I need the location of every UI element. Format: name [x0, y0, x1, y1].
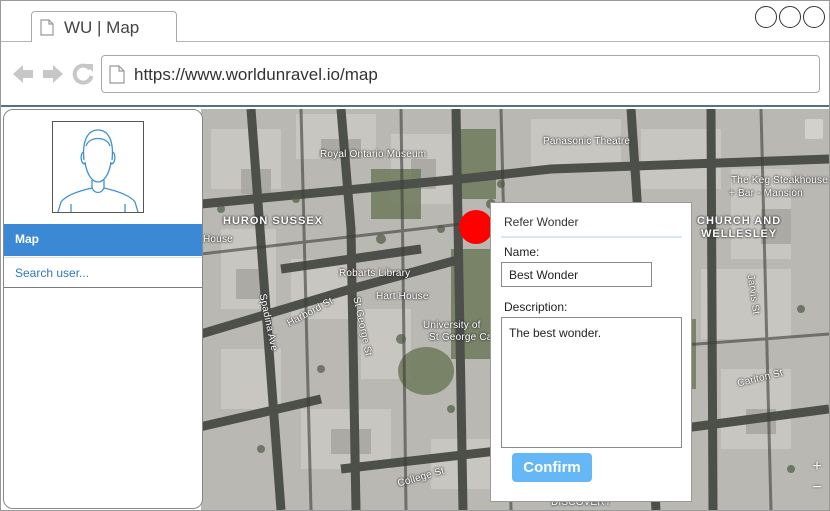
tab-bar: WU | Map	[1, 1, 829, 43]
map-marker[interactable]	[459, 210, 493, 244]
name-label: Name:	[504, 245, 540, 259]
sidebar-item-label: Map	[15, 232, 39, 246]
map-label-keg-steakhouse-mansion: + Bar - Mansion	[729, 188, 803, 199]
forward-arrow-icon[interactable]	[41, 60, 65, 88]
sidebar-item-search-user[interactable]: Search user...	[4, 257, 202, 288]
sidebar: Map Search user...	[3, 109, 203, 509]
popup-divider	[501, 236, 682, 238]
popup-title: Refer Wonder	[504, 215, 579, 229]
name-input[interactable]	[501, 262, 652, 287]
avatar	[52, 121, 144, 213]
reload-icon[interactable]	[71, 60, 95, 88]
description-input[interactable]: The best wonder.	[501, 317, 682, 448]
map-label-keg-steakhouse: The Keg Steakhouse	[731, 175, 828, 186]
back-arrow-icon[interactable]	[11, 60, 35, 88]
browser-tab[interactable]: WU | Map	[31, 11, 177, 43]
zoom-out-button[interactable]: −	[807, 478, 827, 498]
sidebar-item-label: Search user...	[15, 266, 90, 280]
zoom-in-button[interactable]: +	[807, 457, 827, 477]
maximize-button[interactable]	[779, 6, 801, 28]
map-label-university-of: University of	[423, 320, 481, 331]
address-bar[interactable]: https://www.worldunravel.io/map	[101, 55, 820, 93]
description-label: Description:	[504, 300, 568, 314]
refer-wonder-popup: Refer Wonder Name: Description: The best…	[490, 202, 692, 502]
map-label-st-george-campus: St George Ca	[429, 332, 493, 343]
compass-icon[interactable]	[805, 119, 823, 139]
map-label-huron-sussex: HURON SUSSEX	[223, 215, 324, 227]
map-label-wellesley: WELLESLEY	[701, 228, 778, 240]
minimize-button[interactable]	[755, 6, 777, 28]
close-button[interactable]	[803, 6, 825, 28]
sidebar-item-map[interactable]: Map	[4, 224, 202, 256]
map-label-church-and: CHURCH AND	[697, 215, 782, 227]
browser-window: WU | Map https://www.worldunravel.io/map	[0, 0, 830, 511]
url-text: https://www.worldunravel.io/map	[134, 65, 378, 84]
page-icon	[40, 19, 54, 36]
tab-title: WU | Map	[64, 18, 140, 37]
map-label-hart-house: Hart House	[376, 291, 429, 302]
map-label-house: House	[203, 234, 233, 245]
map-label-robarts-library: Robarts Library	[339, 268, 411, 279]
navigation-bar: https://www.worldunravel.io/map	[1, 42, 829, 107]
map-label-panasonic-theatre: Panasonic Theatre	[543, 136, 631, 147]
user-avatar-icon	[57, 129, 139, 213]
confirm-button[interactable]: Confirm	[512, 453, 592, 482]
page-icon	[109, 65, 125, 84]
map-label-royal-ontario-museum: Royal Ontario Museum	[320, 149, 427, 160]
